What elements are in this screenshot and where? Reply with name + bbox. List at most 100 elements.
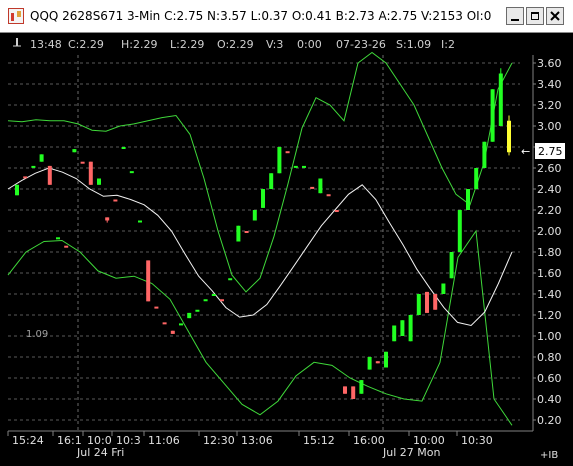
info-low: L:2.29 xyxy=(170,38,204,51)
price-chart[interactable]: 13:48 C:2.29 H:2.29 L:2.29 O:2.29 V:3 0:… xyxy=(0,33,573,466)
price-tick-label: 1.40 xyxy=(537,288,562,301)
candle-body xyxy=(310,186,315,189)
close-button[interactable] xyxy=(546,7,564,25)
price-tick-label: 0.20 xyxy=(537,414,562,427)
candle-body xyxy=(195,309,200,312)
candle-body xyxy=(154,306,159,309)
candle-body xyxy=(293,165,298,168)
info-close: C:2.29 xyxy=(68,38,104,51)
candle-body xyxy=(23,176,28,179)
candle-body xyxy=(359,380,364,394)
candle-body xyxy=(252,210,257,221)
candle-body xyxy=(384,351,388,368)
info-duration: 0:00 xyxy=(297,38,322,51)
time-tick-label: 10:30 xyxy=(461,434,493,447)
candle-body xyxy=(138,220,142,223)
last-price-label: 2.75 xyxy=(538,145,563,158)
maximize-icon xyxy=(531,12,539,20)
price-tick-label: 1.80 xyxy=(537,246,562,259)
candle-body xyxy=(179,323,183,326)
candle-body xyxy=(334,210,339,212)
candle-body xyxy=(408,315,413,342)
info-date: 07-23-26 xyxy=(336,38,386,51)
candle-body xyxy=(416,294,421,315)
time-axis-corner-label: +IB xyxy=(540,450,558,461)
candle-body xyxy=(244,231,249,233)
window-title: QQQ 2628S671 3-Min C:2.75 N:3.57 L:0.37 … xyxy=(30,9,492,23)
candle-body xyxy=(433,294,438,310)
chart-background xyxy=(0,33,573,466)
candle-body xyxy=(400,320,405,336)
candle-body xyxy=(72,149,77,153)
time-tick-label: 16:00 xyxy=(353,434,385,447)
candle-body xyxy=(113,199,118,202)
price-tick-label: 2.20 xyxy=(537,204,562,217)
candle-body xyxy=(285,151,290,154)
candle-body xyxy=(129,171,134,174)
maximize-button[interactable] xyxy=(526,7,544,25)
candle-body xyxy=(367,357,372,370)
candle-body xyxy=(146,260,151,302)
candle-body xyxy=(236,225,241,242)
candle-body xyxy=(392,325,397,342)
candle-body xyxy=(170,330,175,334)
candle-body xyxy=(474,168,479,189)
info-interval: I:2 xyxy=(441,38,455,51)
candle-body xyxy=(97,178,101,185)
candle-body xyxy=(203,299,208,302)
candle-body xyxy=(302,165,306,168)
price-tick-label: 3.40 xyxy=(537,78,562,91)
candle-body xyxy=(15,184,19,196)
candle-body xyxy=(261,189,265,208)
last-price-marker: ← 2.75 xyxy=(521,143,565,159)
date-label: Jul 27 Mon xyxy=(382,446,440,459)
candle-body xyxy=(351,386,356,399)
candle-body xyxy=(466,189,470,210)
candle-body xyxy=(326,194,331,197)
price-tick-label: 1.00 xyxy=(537,330,562,343)
chart-app-icon xyxy=(8,8,24,24)
candle-body xyxy=(228,278,233,281)
price-tick-label: 3.60 xyxy=(537,57,562,70)
candle-body xyxy=(56,237,60,240)
info-time: 13:48 xyxy=(30,38,62,51)
price-tick-label: 2.00 xyxy=(537,225,562,238)
price-tick-label: 3.00 xyxy=(537,120,562,133)
price-tick-label: 2.40 xyxy=(537,183,562,196)
candle-body xyxy=(277,147,282,174)
candle-body xyxy=(375,361,380,364)
candle-body xyxy=(162,322,167,325)
candle-body xyxy=(31,165,36,168)
candle-body xyxy=(449,252,454,279)
info-high: H:2.29 xyxy=(121,38,157,51)
candle-body xyxy=(39,154,44,162)
time-tick-label: 12:30 xyxy=(203,434,235,447)
price-tick-label: 1.60 xyxy=(537,267,562,280)
candle-body xyxy=(425,291,429,313)
price-tick-label: 0.40 xyxy=(537,393,562,406)
arrow-left-icon: ← xyxy=(521,145,530,158)
candle-body xyxy=(47,165,52,185)
candle-body xyxy=(269,173,274,189)
candle-body xyxy=(507,120,511,153)
info-open: O:2.29 xyxy=(217,38,254,51)
date-label: Jul 24 Fri xyxy=(76,446,124,459)
candle-body xyxy=(318,178,323,194)
candle-body xyxy=(220,299,224,302)
candle-body xyxy=(343,386,347,394)
title-bar[interactable]: QQQ 2628S671 3-Min C:2.75 N:3.57 L:0.37 … xyxy=(0,0,573,33)
chart-window: QQQ 2628S671 3-Min C:2.75 N:3.57 L:0.37 … xyxy=(0,0,573,466)
strike-label: 1.09 xyxy=(26,329,48,340)
candle-body xyxy=(498,73,503,126)
time-tick-label: 15:12 xyxy=(303,434,335,447)
time-tick-label: 11:06 xyxy=(148,434,180,447)
candle-body xyxy=(211,294,216,296)
price-tick-label: 3.20 xyxy=(537,99,562,112)
candle-body xyxy=(187,312,192,319)
price-tick-label: 2.60 xyxy=(537,162,562,175)
candle-body xyxy=(490,89,495,142)
minimize-icon xyxy=(511,19,519,21)
candle-body xyxy=(441,283,446,294)
candle-body xyxy=(80,161,85,164)
minimize-button[interactable] xyxy=(506,7,524,25)
